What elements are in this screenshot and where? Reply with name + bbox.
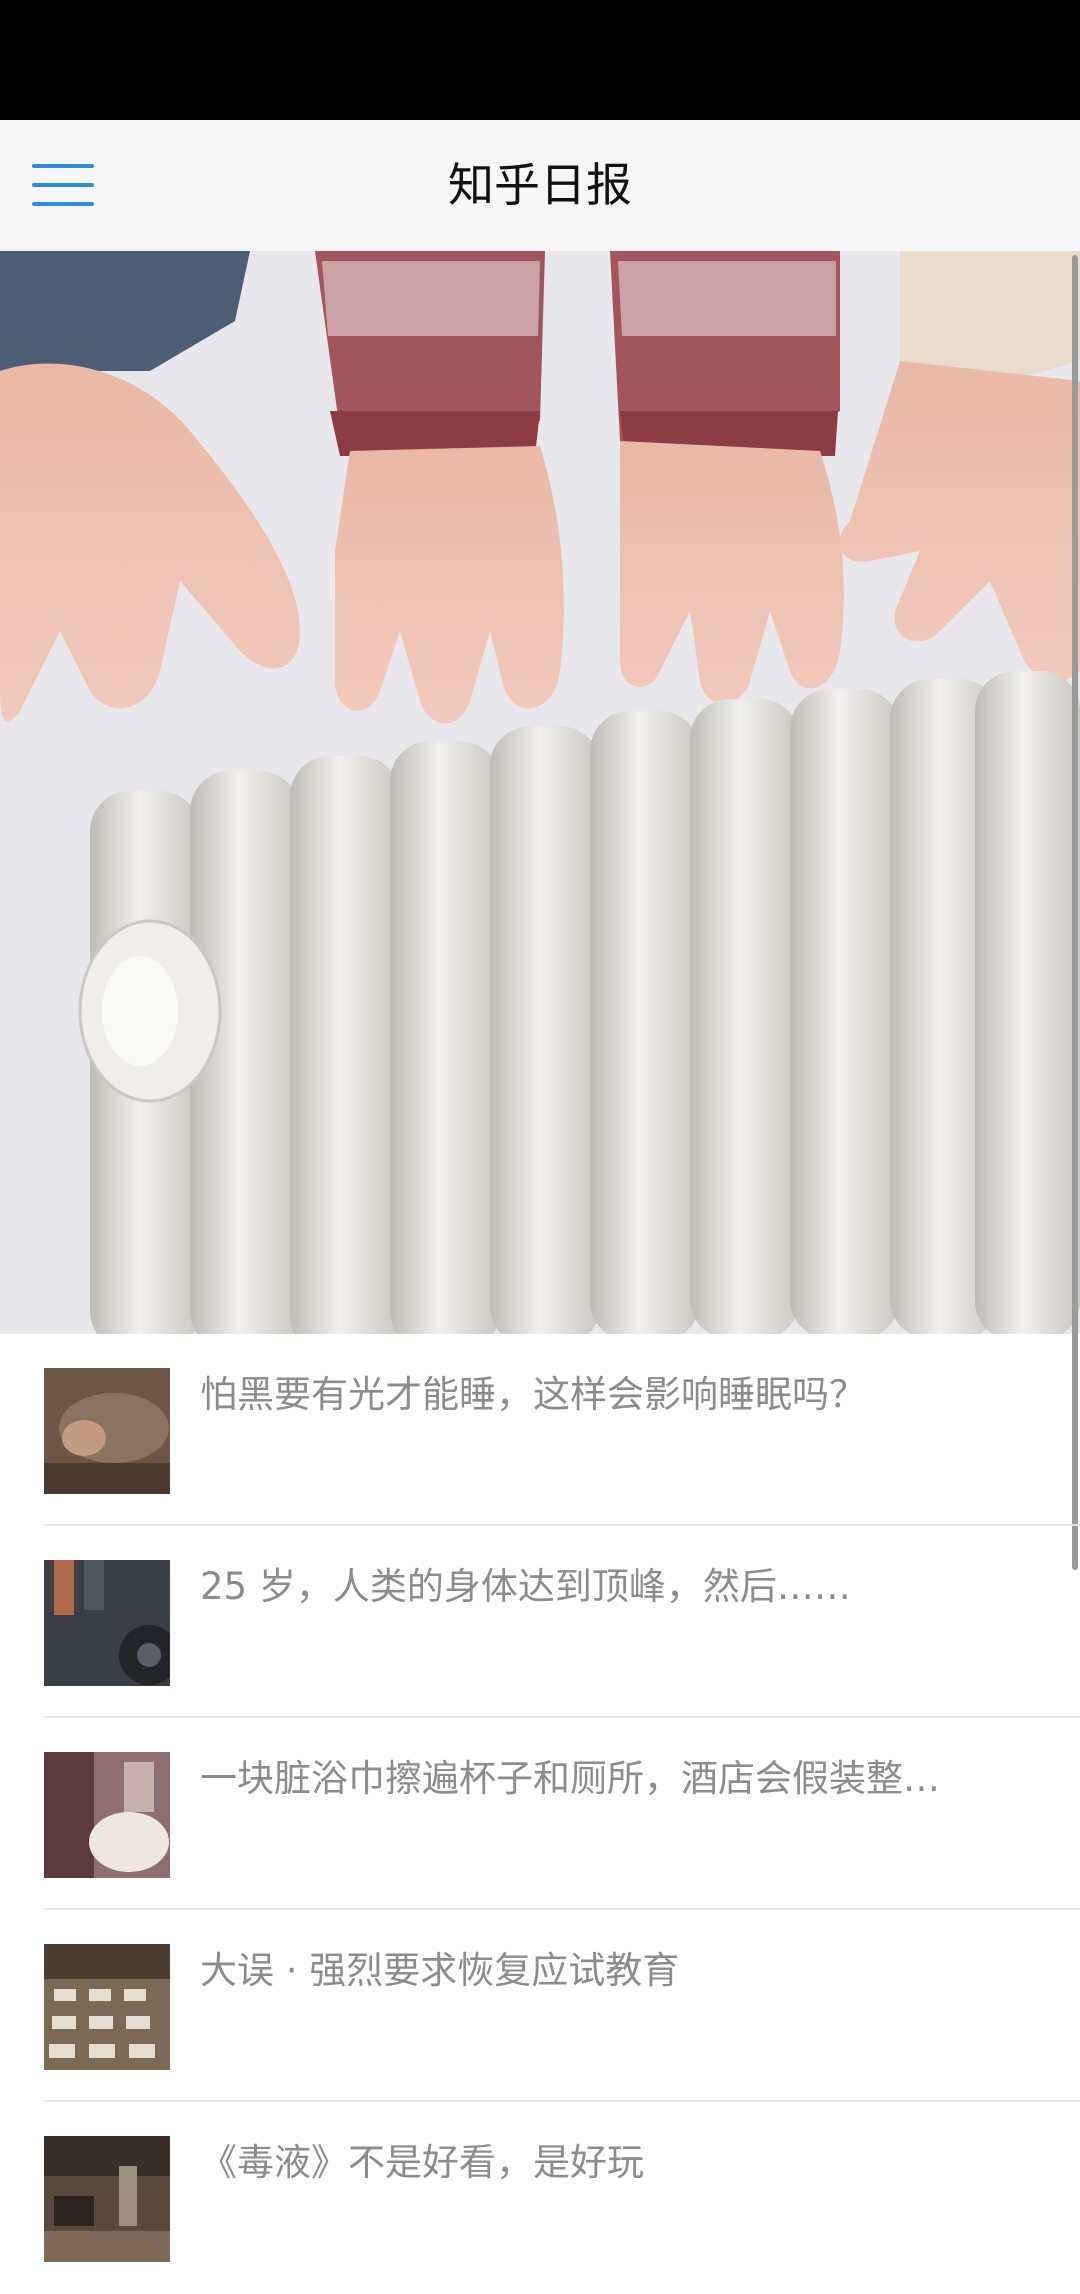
news-title: 25 岁，人类的身体达到顶峰，然后…… <box>200 1565 851 1608</box>
top-app-bar: 知乎日报 <box>0 120 1080 252</box>
news-thumbnail <box>44 1944 170 2070</box>
app-title: 知乎日报 <box>448 158 632 212</box>
banner-image <box>0 251 1080 1334</box>
list-item[interactable]: 大误 · 强烈要求恢复应试教育 <box>0 1910 1080 2102</box>
news-title: 大误 · 强烈要求恢复应试教育 <box>200 1949 680 1992</box>
news-title: 怕黑要有光才能睡，这样会影响睡眠吗？ <box>200 1373 866 1416</box>
list-item[interactable]: 怕黑要有光才能睡，这样会影响睡眠吗？ <box>0 1334 1080 1526</box>
list-item[interactable]: 一块脏浴巾擦遍杯子和厕所，酒店会假装整… <box>0 1718 1080 1910</box>
news-thumbnail <box>44 1752 170 1878</box>
news-list: 怕黑要有光才能睡，这样会影响睡眠吗？ 25 岁，人类的身体达到顶峰，然后…… 一… <box>0 1334 1080 2294</box>
status-bar <box>0 0 1080 120</box>
news-thumbnail <box>44 2136 170 2262</box>
list-item[interactable]: 《毒液》不是好看，是好玩 <box>0 2102 1080 2294</box>
banner-carousel[interactable] <box>0 251 1080 1334</box>
news-title: 《毒液》不是好看，是好玩 <box>200 2141 644 2184</box>
news-thumbnail <box>44 1368 170 1494</box>
list-item[interactable]: 25 岁，人类的身体达到顶峰，然后…… <box>0 1526 1080 1718</box>
news-thumbnail <box>44 1560 170 1686</box>
news-title: 一块脏浴巾擦遍杯子和厕所，酒店会假装整… <box>200 1757 940 1800</box>
